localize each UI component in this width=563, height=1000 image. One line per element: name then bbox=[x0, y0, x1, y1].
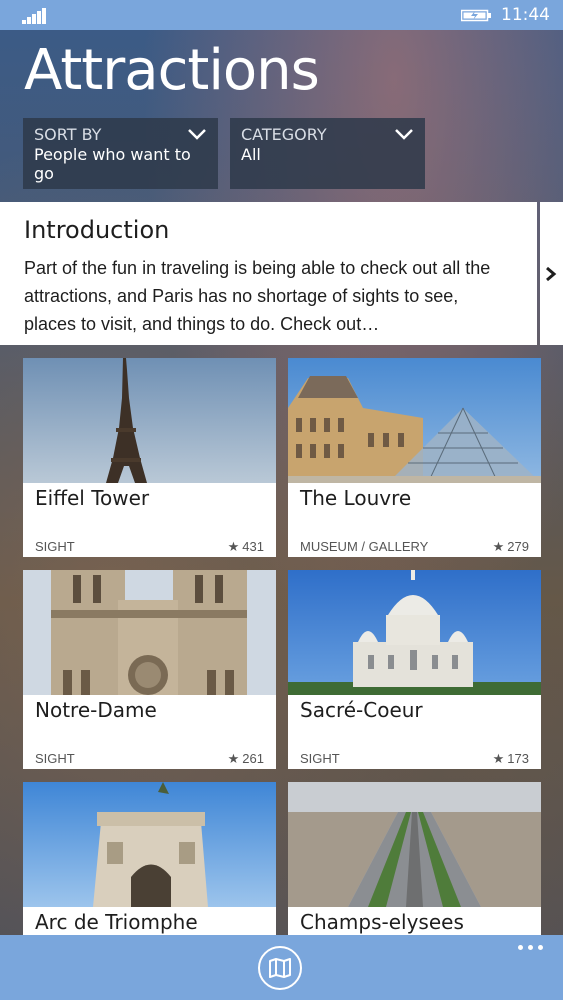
attraction-type: SIGHT bbox=[300, 751, 340, 766]
attraction-rating: ★ 261 bbox=[228, 751, 264, 767]
status-bar: 11:44 bbox=[0, 0, 563, 30]
app-bar bbox=[0, 935, 563, 1000]
rating-count: 279 bbox=[507, 539, 529, 554]
sort-by-label: SORT BY bbox=[34, 125, 102, 144]
star-icon: ★ bbox=[227, 539, 240, 554]
rating-count: 173 bbox=[507, 751, 529, 766]
signal-icon bbox=[22, 8, 48, 24]
rating-count: 431 bbox=[242, 539, 264, 554]
introduction-card[interactable]: Introduction Part of the fun in travelin… bbox=[0, 202, 537, 345]
page-title: Attractions bbox=[24, 38, 320, 103]
attraction-rating: ★ 173 bbox=[493, 751, 529, 767]
category-label: CATEGORY bbox=[241, 125, 327, 144]
attraction-type: SIGHT bbox=[35, 539, 75, 554]
introduction-title: Introduction bbox=[24, 216, 170, 244]
attraction-name: Notre-Dame bbox=[35, 698, 157, 722]
map-button[interactable] bbox=[258, 946, 302, 990]
eiffel-tower-photo bbox=[23, 358, 276, 483]
champs-elysees-photo bbox=[288, 782, 541, 907]
attraction-card-eiffel-tower[interactable]: Eiffel Tower SIGHT ★ 431 bbox=[23, 358, 276, 557]
attraction-name: The Louvre bbox=[300, 486, 412, 510]
attraction-type: SIGHT bbox=[35, 751, 75, 766]
attraction-card-notre-dame[interactable]: Notre-Dame SIGHT ★ 261 bbox=[23, 570, 276, 769]
attraction-name: Arc de Triomphe bbox=[35, 910, 198, 934]
category-dropdown[interactable]: CATEGORY All bbox=[230, 118, 425, 189]
attraction-card-champs-elysees[interactable]: Champs-elysees bbox=[288, 782, 541, 935]
chevron-right-icon bbox=[546, 266, 557, 282]
introduction-next-button[interactable] bbox=[540, 202, 563, 345]
attraction-rating: ★ 431 bbox=[228, 539, 264, 555]
attraction-name: Eiffel Tower bbox=[35, 486, 150, 510]
clock: 11:44 bbox=[501, 5, 550, 25]
chevron-down-icon bbox=[395, 129, 413, 140]
attraction-rating: ★ 279 bbox=[493, 539, 529, 555]
sort-by-value: People who want to go bbox=[34, 145, 191, 183]
more-icon[interactable] bbox=[516, 935, 546, 959]
attraction-card-arc-de-triomphe[interactable]: Arc de Triomphe bbox=[23, 782, 276, 935]
arc-de-triomphe-photo bbox=[23, 782, 276, 907]
attraction-card-sacre-coeur[interactable]: Sacré-Coeur SIGHT ★ 173 bbox=[288, 570, 541, 769]
attraction-type: MUSEUM / GALLERY bbox=[300, 539, 429, 554]
rating-count: 261 bbox=[242, 751, 264, 766]
attraction-name: Champs-elysees bbox=[300, 910, 464, 934]
sort-by-dropdown[interactable]: SORT BY People who want to go bbox=[23, 118, 218, 189]
notre-dame-photo bbox=[23, 570, 276, 695]
category-value: All bbox=[241, 145, 261, 164]
louvre-photo bbox=[288, 358, 541, 483]
battery-charging-icon bbox=[461, 9, 491, 22]
star-icon: ★ bbox=[227, 751, 240, 766]
introduction-text: Part of the fun in traveling is being ab… bbox=[24, 258, 491, 334]
star-icon: ★ bbox=[492, 539, 505, 554]
attraction-card-the-louvre[interactable]: The Louvre MUSEUM / GALLERY ★ 279 bbox=[288, 358, 541, 557]
map-icon bbox=[269, 958, 291, 978]
star-icon: ★ bbox=[492, 751, 505, 766]
attraction-name: Sacré-Coeur bbox=[300, 698, 423, 722]
sacre-coeur-photo bbox=[288, 570, 541, 695]
chevron-down-icon bbox=[188, 129, 206, 140]
